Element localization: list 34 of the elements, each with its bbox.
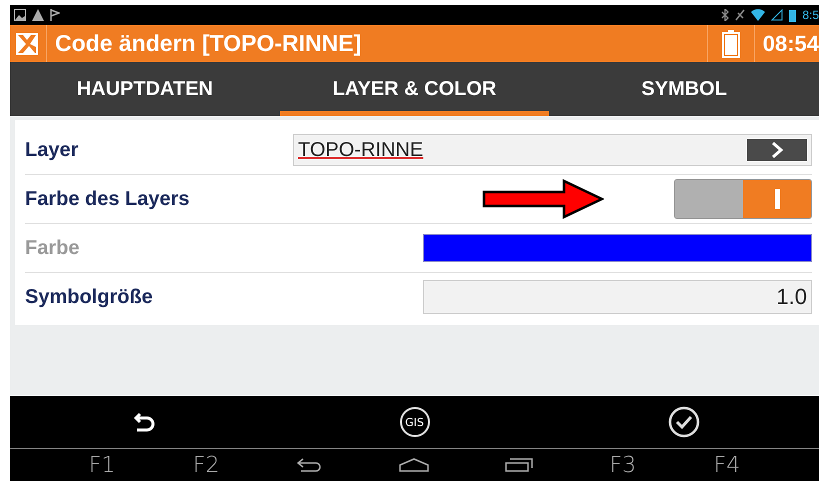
- chevron-icon: [770, 142, 784, 158]
- image-icon: [14, 9, 26, 21]
- wifi-icon: [751, 9, 766, 21]
- signal-icon: [771, 9, 784, 21]
- function-key[interactable]: F1: [88, 452, 116, 478]
- function-key[interactable]: F3: [609, 452, 636, 478]
- check-icon: [668, 406, 700, 438]
- battery-icon: [722, 30, 740, 58]
- recent-apps-icon[interactable]: [504, 458, 533, 472]
- select-value: TOPO-RINNE: [298, 138, 424, 162]
- status-time: 8:5: [802, 8, 819, 22]
- field-label: Farbe des Layers: [25, 188, 191, 210]
- layer-select[interactable]: TOPO-RINNE: [293, 134, 812, 166]
- field-label: Layer: [25, 138, 80, 162]
- battery-icon: [789, 8, 796, 22]
- number-field[interactable]: 1.0: [423, 280, 812, 314]
- undo-icon: [132, 412, 157, 432]
- bluetooth-icon: [721, 9, 730, 21]
- field-label: Farbe: [25, 236, 80, 260]
- gis-button[interactable]: GIS: [400, 407, 430, 437]
- home-icon[interactable]: [399, 458, 430, 472]
- function-key[interactable]: F4: [714, 452, 740, 478]
- clock: 08:54: [762, 30, 819, 56]
- app-logo-icon: [16, 32, 38, 54]
- flag-icon: [50, 9, 60, 21]
- confirm-button[interactable]: [668, 406, 700, 438]
- window-title: Code ändern [TOPO-RINNE]: [55, 30, 362, 57]
- undo-button[interactable]: [132, 412, 157, 432]
- toggle-switch[interactable]: [674, 179, 812, 219]
- warning-icon: [32, 9, 44, 21]
- next-button[interactable]: [747, 139, 807, 161]
- field-label: Symbolgröße: [25, 286, 154, 308]
- back-icon[interactable]: [297, 458, 324, 472]
- function-key[interactable]: F2: [192, 452, 220, 478]
